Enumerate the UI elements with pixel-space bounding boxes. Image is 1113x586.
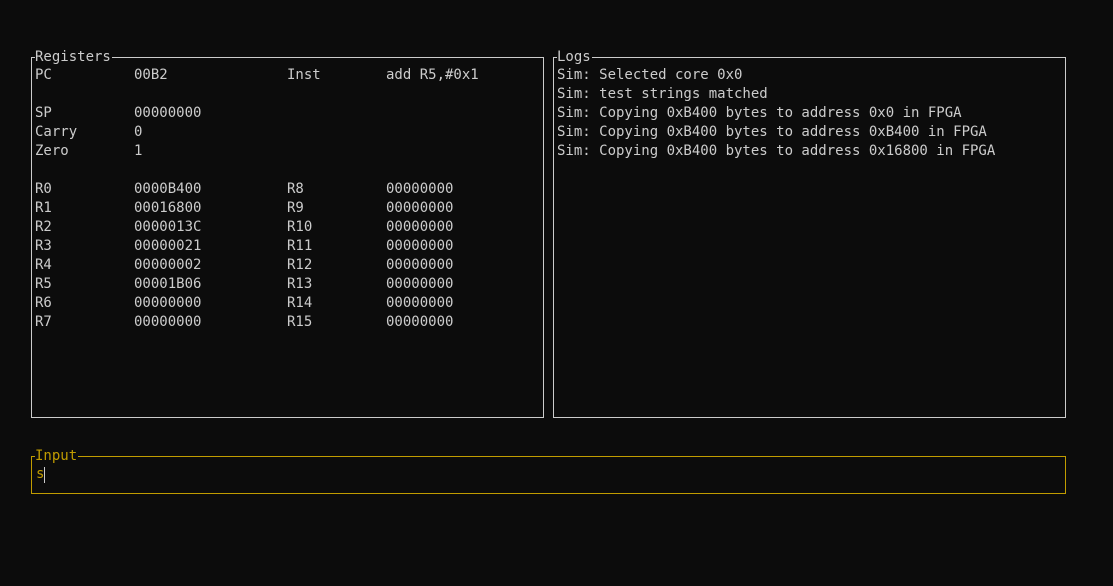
register-name: R13 [287, 276, 313, 292]
register-value: 00000000 [386, 295, 454, 311]
register-value: 00000000 [386, 257, 454, 273]
registers-panel: Registers PC 00B2 Inst add R5,#0x1 SP 00… [31, 48, 544, 418]
register-name: R2 [35, 219, 52, 235]
sp-label: SP [35, 105, 52, 121]
inst-label: Inst [287, 67, 321, 83]
log-line: Sim: Selected core 0x0 [557, 67, 743, 83]
zero-value: 1 [134, 143, 143, 159]
carry-value: 0 [134, 124, 143, 140]
register-name: R4 [35, 257, 52, 273]
log-line: Sim: Copying 0xB400 bytes to address 0xB… [557, 124, 987, 140]
register-name: R10 [287, 219, 313, 235]
carry-label: Carry [35, 124, 78, 140]
register-value: 0000013C [134, 219, 202, 235]
register-name: R8 [287, 181, 304, 197]
register-value: 00000000 [386, 219, 454, 235]
register-name: R15 [287, 314, 313, 330]
registers-title: Registers [35, 48, 112, 67]
input-panel[interactable]: Input s [31, 447, 1066, 494]
register-name: R12 [287, 257, 313, 273]
inst-value: add R5,#0x1 [386, 67, 479, 83]
zero-label: Zero [35, 143, 69, 159]
register-name: R1 [35, 200, 52, 216]
register-value: 00000000 [386, 200, 454, 216]
register-value: 00000000 [386, 238, 454, 254]
text-cursor [44, 467, 45, 483]
register-value: 00000000 [134, 314, 202, 330]
register-value: 00000000 [386, 276, 454, 292]
log-line: Sim: Copying 0xB400 bytes to address 0x0… [557, 105, 962, 121]
register-value: 00001B06 [134, 276, 202, 292]
register-value: 00000000 [386, 314, 454, 330]
logs-panel: Logs Sim: Selected core 0x0 Sim: test st… [553, 48, 1066, 418]
register-name: R14 [287, 295, 313, 311]
register-value: 00000000 [386, 181, 454, 197]
register-name: R3 [35, 238, 52, 254]
log-line: Sim: test strings matched [557, 86, 768, 102]
register-value: 00000021 [134, 238, 202, 254]
pc-value: 00B2 [134, 67, 168, 83]
register-value: 00000002 [134, 257, 202, 273]
logs-title: Logs [557, 48, 592, 67]
register-name: R7 [35, 314, 52, 330]
register-value: 0000B400 [134, 181, 202, 197]
sp-value: 00000000 [134, 105, 202, 121]
log-line: Sim: Copying 0xB400 bytes to address 0x1… [557, 143, 996, 159]
register-name: R9 [287, 200, 304, 216]
input-title: Input [35, 447, 79, 466]
register-value: 00016800 [134, 200, 202, 216]
register-name: R6 [35, 295, 52, 311]
register-name: R11 [287, 238, 313, 254]
register-name: R0 [35, 181, 52, 197]
register-name: R5 [35, 276, 52, 292]
pc-label: PC [35, 67, 52, 83]
register-value: 00000000 [134, 295, 202, 311]
